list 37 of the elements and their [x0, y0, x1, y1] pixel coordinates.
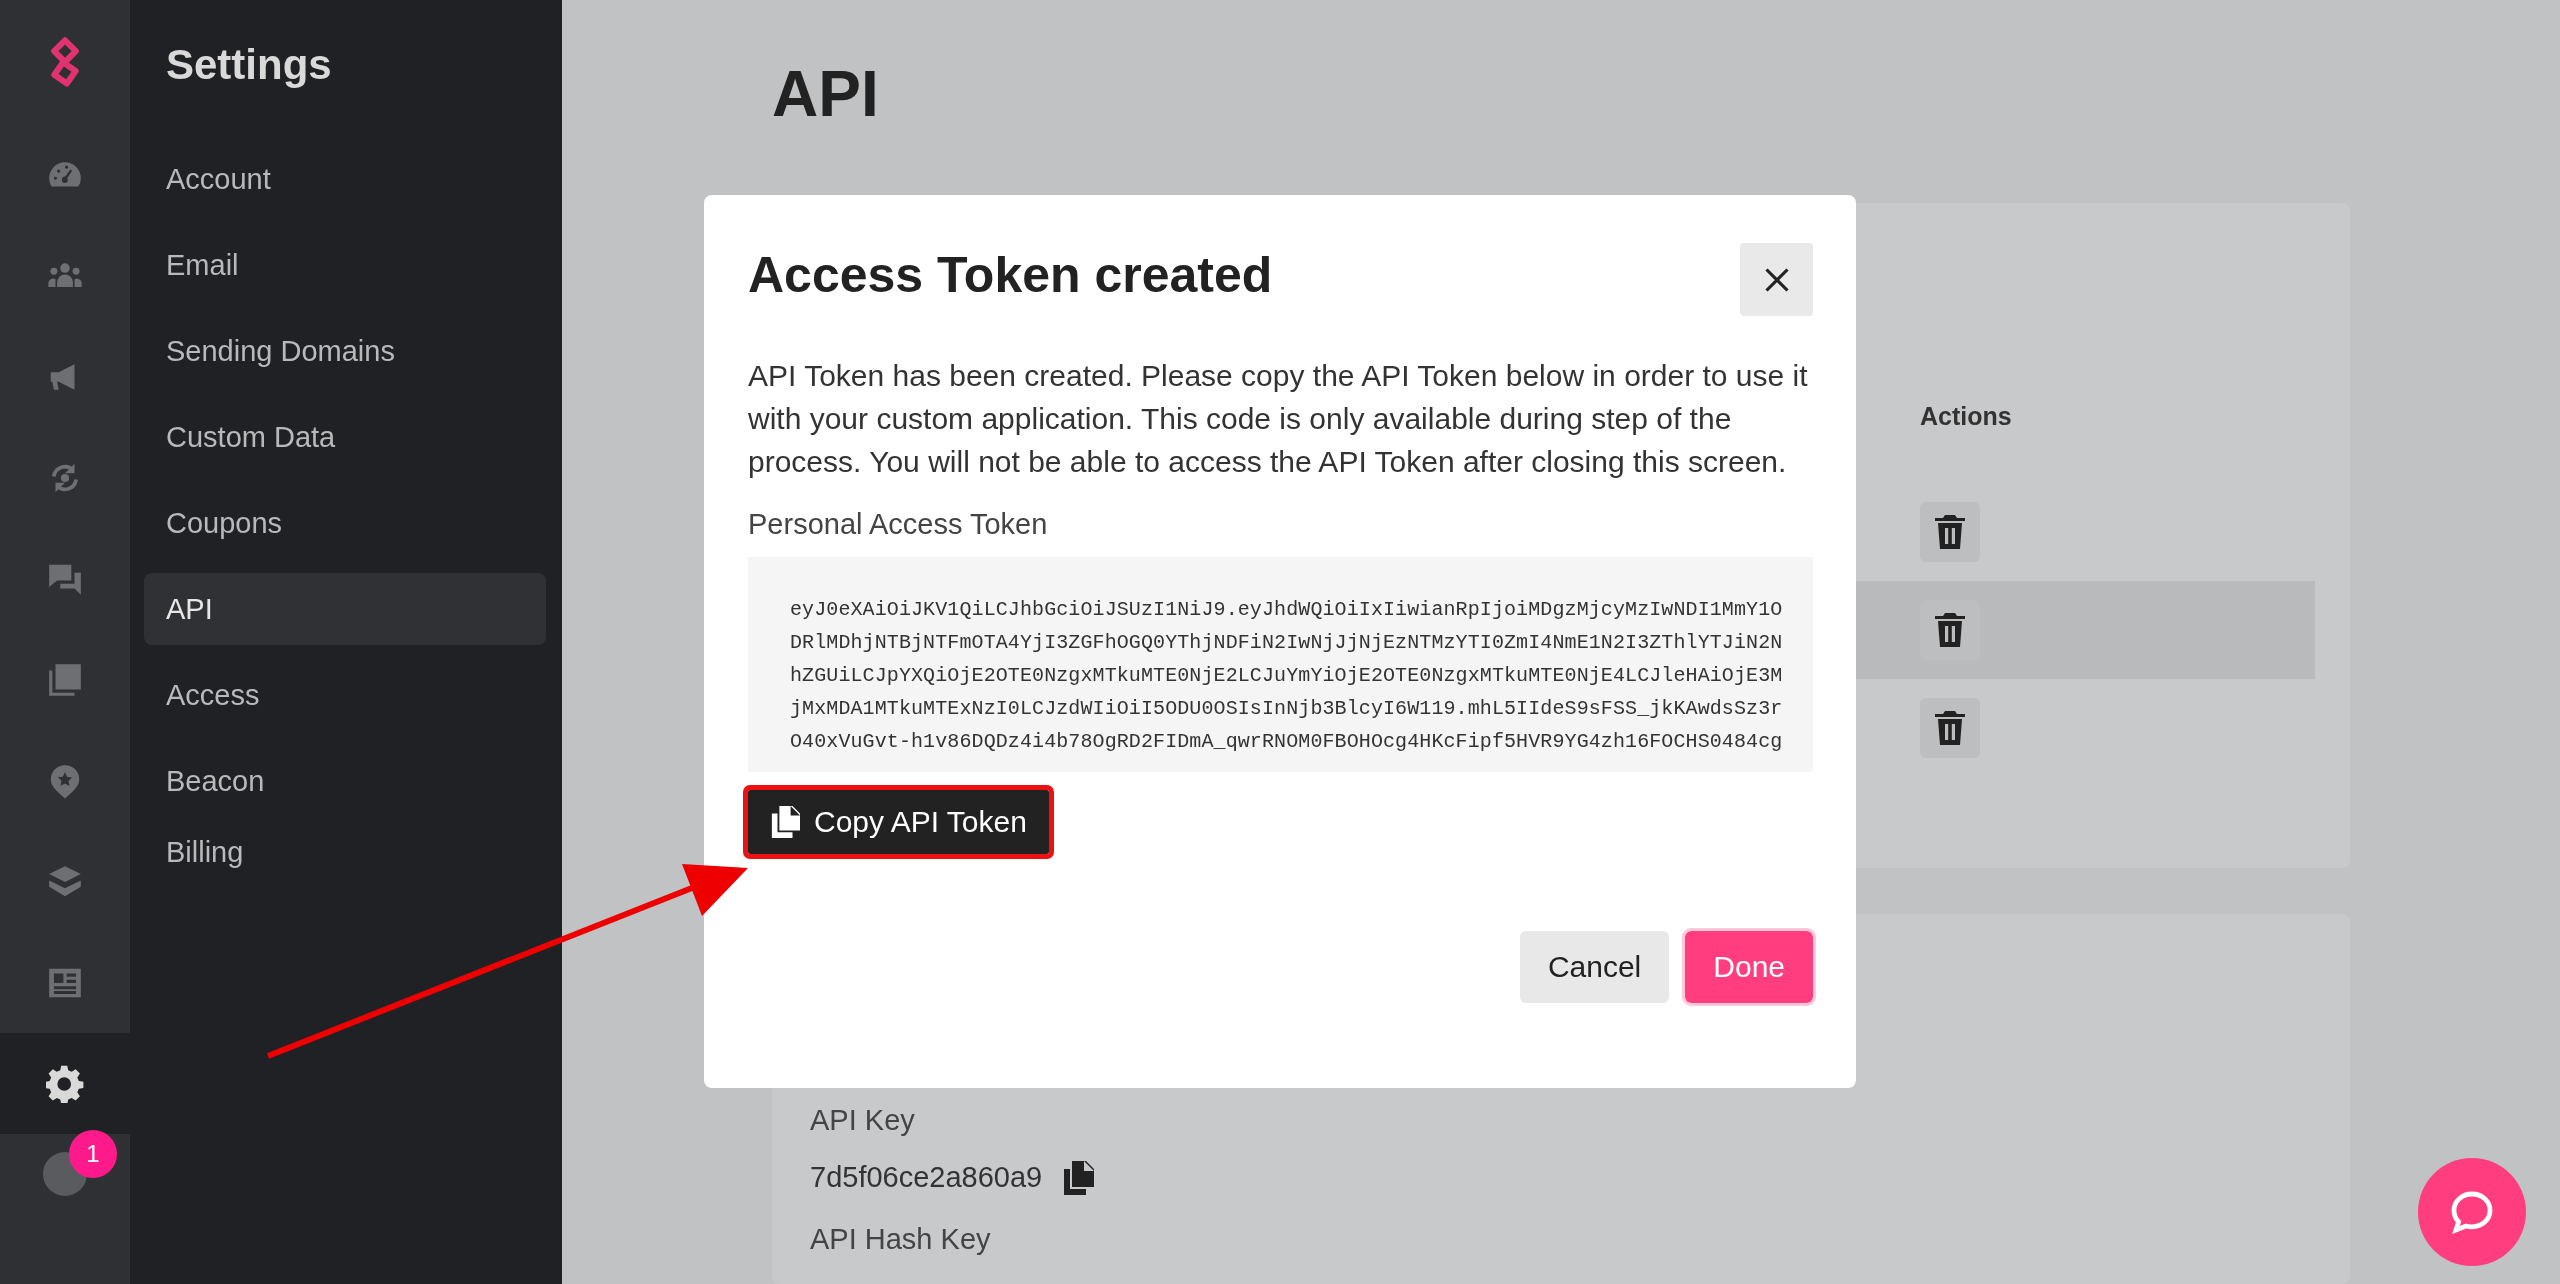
sidebar-item[interactable]: Coupons [144, 487, 546, 560]
sidebar-title: Settings [166, 40, 333, 90]
delete-button[interactable] [1920, 599, 1980, 660]
token-text: DRlMDhjNTBjNTFmOTA4YjI3ZGFhOGQ0YThjNDFiN2IwNjJjNjEzNTMzYTI0ZmI4NmE1N2I3ZThlYTJiN2N [790, 629, 1784, 656]
key-value: 7d5f06ce2a860a9 [810, 1160, 1043, 1196]
sidebar-item[interactable]: Beacon [144, 745, 546, 818]
delete-button[interactable] [1920, 697, 1980, 758]
token-text: hZGUiLCJpYXQiOjE2OTE0NzgxMTkuMTE0NjE2LCJuYmYiOjE2OTE0NzgxMTkuMTE0NjE4LCJleHAiOjE3M [790, 662, 1784, 689]
sidebar-item[interactable]: Billing [144, 831, 546, 872]
token-text: eyJ0eXAiOiJKV1QiLCJhbGciOiJSUzI1NiJ9.eyJhdWQiOiIxIiwianRpIjoiMDgzMjcyMzIwNDI1MmY1O [790, 596, 1784, 623]
notification-badge: 1 [69, 1130, 117, 1178]
copy-icon [770, 804, 800, 839]
cancel-button[interactable]: Cancel [1519, 930, 1670, 1003]
token-label: Personal Access Token [748, 507, 1049, 542]
trash-icon [1935, 710, 1965, 745]
column-header: Actions [1920, 400, 2013, 432]
key-label: API Key [810, 1102, 916, 1138]
sidebar-item[interactable]: Access [144, 659, 546, 732]
trash-icon [1935, 514, 1965, 549]
close-icon [1762, 265, 1791, 294]
close-button[interactable] [1740, 243, 1813, 316]
modal-message: API Token has been created. Please copy the API Token below in order to use it with your custom application. This code is only available during step of the process. You will not be able to access the API Token after closing this screen. [748, 358, 1809, 480]
modal-title: Access Token created [748, 246, 1273, 305]
sidebar-item[interactable]: API [144, 573, 546, 646]
sidebar-item[interactable]: Account [144, 143, 546, 216]
key-label: API Hash Key [810, 1221, 992, 1257]
page-title: API [772, 57, 880, 132]
token-text: jMxMDA1MTkuMTExNzI0LCJzdWIiOiI5ODU0OSIsInNjb3BlcyI6W119.mhL5IIdeS9sFSS_jkKAwdsSz3r [790, 695, 1784, 722]
delete-button[interactable] [1920, 501, 1980, 562]
settings-button[interactable] [0, 1033, 130, 1134]
token-text: O40xVuGvt-h1v86DQDz4i4b78OgRD2FIDmA_qwrRNOM0FBOHOcg4HKcFipf5HVR9YG4zh16FOCHS0484cg [790, 728, 1784, 755]
sidebar-item[interactable]: Email [144, 229, 546, 302]
copy-icon[interactable] [1062, 1161, 1095, 1196]
settings-icon [46, 1064, 84, 1103]
sidebar-item[interactable]: Custom Data [144, 401, 546, 474]
sidebar-item[interactable]: Sending Domains [144, 315, 546, 388]
trash-icon [1935, 612, 1965, 647]
